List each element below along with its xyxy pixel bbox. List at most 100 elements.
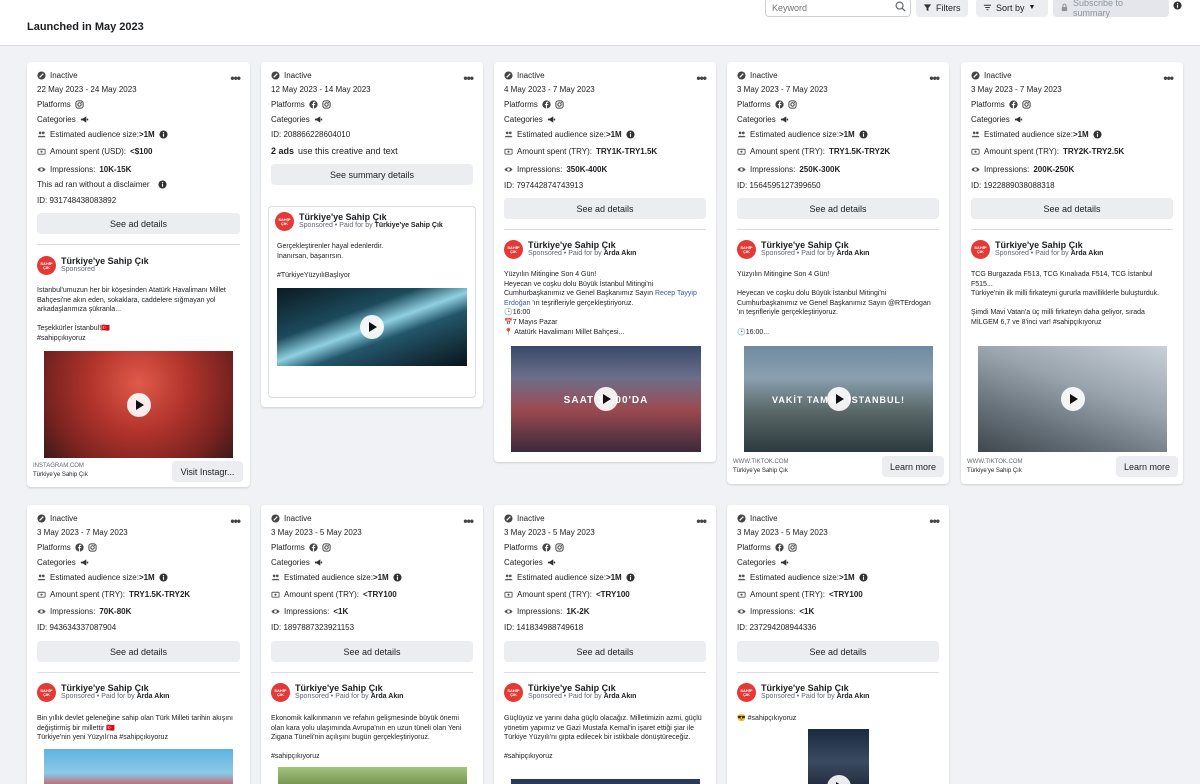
more-options-icon[interactable]: ••• [929, 514, 940, 528]
megaphone-icon [780, 558, 789, 567]
categories-label: Categories [271, 558, 310, 567]
page-name[interactable]: Türkiye'ye Sahip Çık [528, 683, 636, 693]
audience-value: >1M [372, 573, 389, 582]
ad-video[interactable] [44, 351, 233, 458]
page-logo[interactable]: SAHİP ÇIK [737, 240, 756, 259]
more-options-icon[interactable]: ••• [463, 71, 474, 85]
ad-image[interactable] [278, 767, 467, 784]
ad-video[interactable] [808, 729, 869, 784]
audience-value: >1M [838, 573, 855, 582]
search-box[interactable] [765, 0, 911, 17]
page-name[interactable]: Türkiye'ye Sahip Çık [295, 683, 403, 693]
info-icon[interactable] [859, 130, 868, 139]
ad-video[interactable]: SAAT 16:00'DA [511, 346, 701, 452]
info-icon[interactable] [159, 130, 168, 139]
info-icon[interactable] [158, 180, 167, 189]
see-ad-details-button[interactable]: See ad details [271, 641, 473, 662]
ad-video[interactable] [277, 288, 467, 366]
subscribe-button[interactable]: Subscribe to summary [1053, 0, 1169, 18]
info-icon[interactable] [393, 573, 402, 582]
page-logo[interactable]: SAHİP ÇIK [504, 683, 523, 702]
info-icon[interactable] [1173, 1, 1182, 10]
categories-label: Categories [504, 558, 543, 567]
page-name[interactable]: Türkiye'ye Sahip Çık [761, 240, 869, 250]
learn-more-button[interactable]: Learn more [1116, 456, 1178, 477]
spent-value: TRY2K-TRY2.5K [1063, 147, 1125, 156]
play-icon[interactable] [594, 387, 618, 411]
see-ad-details-button[interactable]: See ad details [971, 198, 1173, 219]
info-icon[interactable] [859, 573, 868, 582]
play-icon[interactable] [126, 392, 151, 417]
play-icon[interactable] [1060, 387, 1085, 411]
page-name[interactable]: Türkiye'ye Sahip Çık [61, 683, 169, 693]
payer-name: Arda Akın [603, 250, 637, 257]
more-options-icon[interactable]: ••• [230, 71, 241, 85]
info-icon[interactable] [626, 130, 635, 139]
ad-id: ID: 141834988749618 [504, 623, 584, 632]
more-options-icon[interactable]: ••• [230, 514, 241, 528]
impressions-value: 1K-2K [566, 607, 590, 616]
categories-label: Categories [737, 558, 776, 567]
eye-icon [504, 165, 513, 174]
see-summary-details-button[interactable]: See summary details [271, 164, 473, 185]
play-icon[interactable] [360, 315, 384, 339]
ad-video[interactable]: VAKİT TAMAM İSTANBUL! [744, 346, 933, 452]
ad-image[interactable] [511, 779, 700, 784]
status-label: Inactive [750, 514, 778, 523]
info-icon[interactable] [626, 573, 635, 582]
see-ad-details-button[interactable]: See ad details [504, 198, 706, 219]
audience-label: Estimated audience size: [517, 573, 606, 582]
more-options-icon[interactable]: ••• [463, 514, 474, 528]
see-ad-details-button[interactable]: See ad details [504, 641, 706, 662]
impressions-label: Impressions: [750, 607, 796, 616]
page-name[interactable]: Türkiye'ye Sahip Çık [528, 240, 636, 250]
see-ad-details-button[interactable]: See ad details [37, 641, 240, 662]
see-ad-details-button[interactable]: See ad details [737, 198, 939, 219]
impressions-value: 10K-15K [99, 165, 132, 174]
ad-card: Inactive ••• 3 May 2023 - 5 May 2023 Pla… [494, 505, 716, 784]
page-name[interactable]: Türkiye'ye Sahip Çık [299, 212, 443, 222]
sort-button[interactable]: Sort by ▼ [976, 0, 1048, 17]
platforms-label: Platforms [504, 100, 538, 109]
info-icon[interactable] [159, 573, 168, 582]
payer-name: Arda Akın [603, 693, 637, 700]
spent-label: Amount spent (TRY): [984, 147, 1059, 156]
page-name[interactable]: Türkiye'ye Sahip Çık [61, 256, 149, 266]
see-ad-details-button[interactable]: See ad details [37, 213, 240, 234]
page-logo[interactable]: SAHİP ÇIK [37, 256, 56, 275]
ad-body-text: 😎 #sahipçıkıyoruz [737, 715, 797, 722]
page-logo[interactable]: SAHİP ÇIK [971, 240, 990, 259]
more-options-icon[interactable]: ••• [696, 514, 707, 528]
play-icon[interactable] [826, 775, 851, 784]
eye-icon [737, 607, 746, 616]
ad-image[interactable] [44, 749, 233, 784]
page-name[interactable]: Türkiye'ye Sahip Çık [761, 683, 869, 693]
payer-name: Arda Akın [836, 250, 870, 257]
filters-button[interactable]: Filters [916, 0, 968, 17]
page-logo[interactable]: SAHİP ÇIK [275, 212, 294, 231]
search-icon[interactable] [895, 1, 906, 12]
payer-name: Türkiye'ye Sahip Çık [374, 222, 443, 229]
spent-label: Amount spent (TRY): [50, 590, 125, 599]
paid-by-label: Paid for by [801, 693, 835, 700]
more-options-icon[interactable]: ••• [696, 71, 707, 85]
play-icon[interactable] [826, 387, 851, 411]
learn-more-button[interactable]: Learn more [882, 456, 944, 477]
see-ad-details-button[interactable]: See ad details [737, 641, 939, 662]
page-logo[interactable]: SAHİP ÇIK [37, 683, 56, 702]
page-name[interactable]: Türkiye'ye Sahip Çık [995, 240, 1103, 250]
search-input[interactable] [772, 0, 892, 15]
info-icon[interactable] [1093, 130, 1102, 139]
visit-instagram-button[interactable]: Visit Instagr... [172, 461, 243, 482]
page-logo[interactable]: SAHİP ÇIK [504, 240, 523, 259]
more-options-icon[interactable]: ••• [1163, 71, 1174, 85]
sponsored-label: Sponsored [995, 250, 1029, 257]
more-options-icon[interactable]: ••• [929, 71, 940, 85]
money-icon [37, 147, 46, 156]
status-label: Inactive [750, 71, 778, 80]
ad-video[interactable] [978, 346, 1167, 452]
instagram-icon [788, 543, 797, 552]
inactive-status-icon [737, 71, 746, 80]
page-logo[interactable]: SAHİP ÇIK [271, 683, 290, 702]
page-logo[interactable]: SAHİP ÇIK [737, 683, 756, 702]
